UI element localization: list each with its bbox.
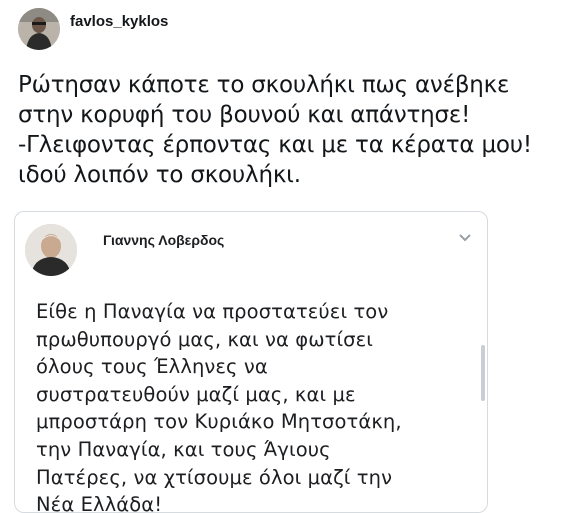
tweet-line: -Γλειφοντας έρποντας και με τα κέρατα μο… [18,132,532,158]
post-line: Νέα Ελλάδα! [36,493,163,513]
scrollbar[interactable] [481,345,485,401]
tweet-text: Ρώτησαν κάποτε το σκουλήκι πως ανέβηκε σ… [18,70,573,190]
post-line: την Παναγία, και τους Άγιους [36,437,331,461]
post-line: πρωθυπουργό μας, και να φωτίσει [36,327,373,351]
post-text: Είθε η Παναγία να προστατεύει τον πρωθυπ… [36,298,476,513]
chevron-down-icon[interactable] [457,232,473,244]
user-avatar[interactable] [18,8,60,50]
username[interactable]: favlos_kyklos [70,13,168,30]
tweet-line: στην κορυφή του βουνού και απάντησε! [18,102,471,128]
post-line: συστρατευθούν μαζί μας, και με [36,382,356,406]
post-line: Πατέρες, να χτίσουμε όλοι μαζί την [36,465,393,489]
embedded-post-image[interactable]: Γιαννης Λοβερδος Είθε η Παναγία να προστ… [14,211,488,513]
tweet-line: Ρώτησαν κάποτε το σκουλήκι πως ανέβηκε [18,72,510,98]
tweet-line: ιδού λοιπόν το σκουλήκι. [18,162,301,188]
post-author-avatar [25,224,77,276]
post-author-name: Γιαννης Λοβερδος [103,232,225,248]
post-line: μπροστάρη τον Κυριάκο Μητσοτάκη, [36,410,402,434]
post-line: όλους τους Έλληνες να [36,355,268,379]
post-line: Είθε η Παναγία να προστατεύει τον [36,300,389,323]
